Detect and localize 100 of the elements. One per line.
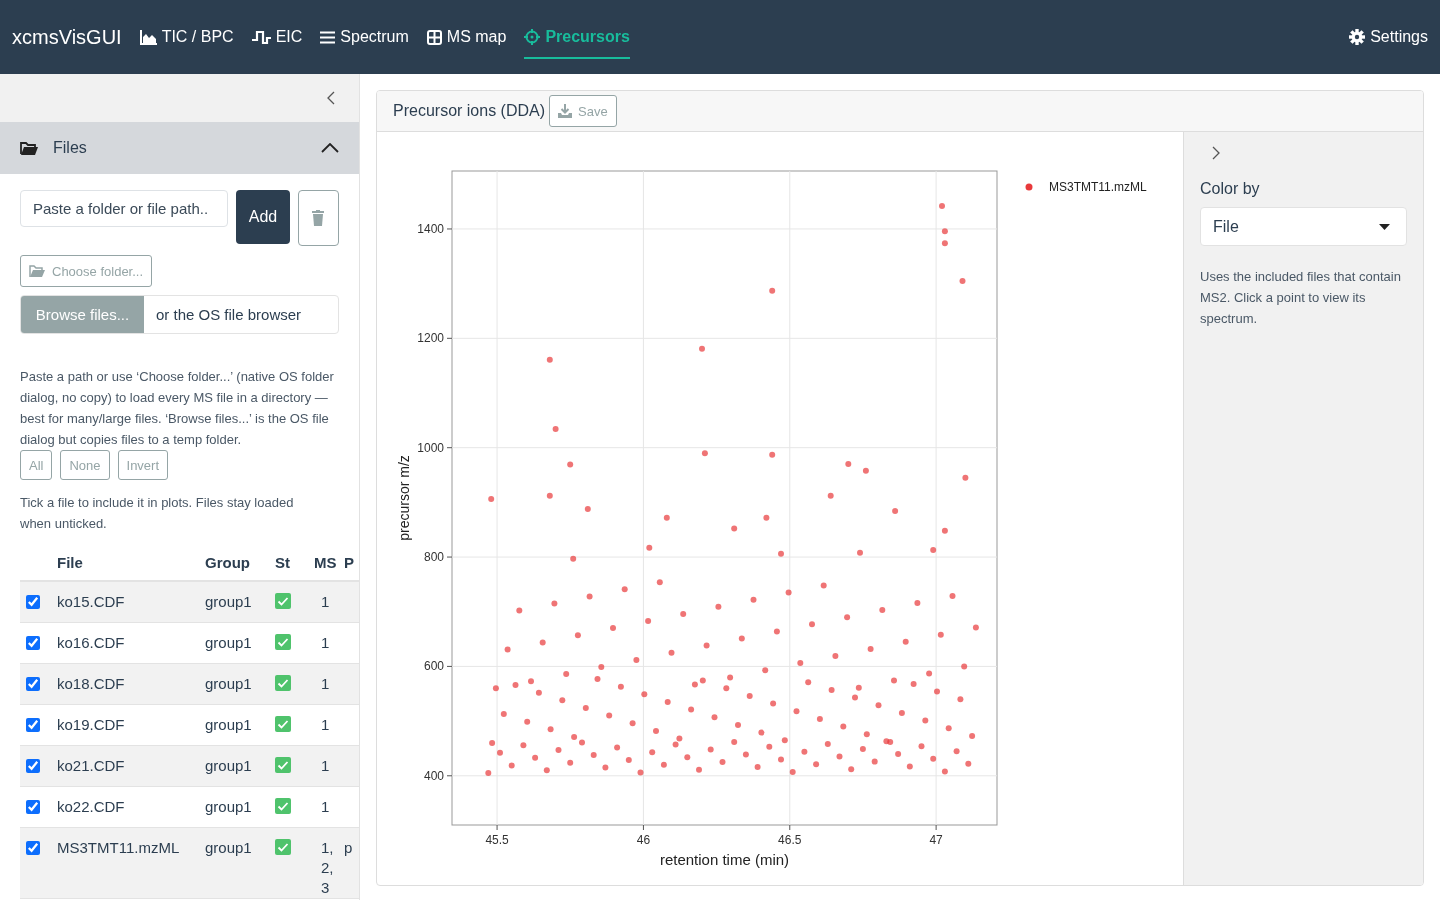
data-point[interactable]: [598, 664, 605, 670]
data-point[interactable]: [645, 618, 652, 624]
data-point[interactable]: [664, 699, 671, 705]
data-point[interactable]: [959, 277, 966, 284]
data-point[interactable]: [859, 746, 866, 752]
data-point[interactable]: [857, 549, 863, 556]
data-point[interactable]: [579, 739, 585, 746]
data-point[interactable]: [828, 686, 835, 693]
nav-tab[interactable]: EIC: [251, 15, 303, 59]
data-point[interactable]: [769, 287, 776, 294]
data-point[interactable]: [809, 621, 815, 628]
data-point[interactable]: [778, 550, 784, 557]
data-point[interactable]: [918, 743, 925, 750]
data-point[interactable]: [941, 527, 948, 534]
data-point[interactable]: [582, 705, 589, 711]
data-point[interactable]: [763, 514, 770, 521]
data-point[interactable]: [546, 492, 553, 499]
data-point[interactable]: [543, 767, 550, 774]
data-point[interactable]: [871, 758, 878, 765]
data-point[interactable]: [742, 751, 749, 758]
data-point[interactable]: [891, 677, 897, 684]
data-point[interactable]: [824, 741, 831, 748]
data-point[interactable]: [701, 450, 708, 457]
data-point[interactable]: [485, 770, 492, 777]
files-panel-header[interactable]: Files: [0, 122, 359, 174]
row-checkbox[interactable]: [26, 677, 40, 691]
data-point[interactable]: [875, 702, 882, 709]
data-point[interactable]: [570, 555, 577, 562]
legend-label[interactable]: MS3TMT11.mzML: [1049, 180, 1147, 194]
data-point[interactable]: [602, 764, 609, 771]
data-point[interactable]: [668, 649, 675, 656]
data-point[interactable]: [758, 729, 765, 736]
data-point[interactable]: [867, 645, 874, 652]
data-point[interactable]: [614, 744, 621, 751]
data-point[interactable]: [500, 711, 507, 717]
row-checkbox[interactable]: [26, 759, 40, 773]
data-point[interactable]: [680, 610, 687, 617]
data-point[interactable]: [699, 345, 705, 352]
data-point[interactable]: [862, 467, 869, 474]
data-point[interactable]: [691, 681, 698, 688]
data-point[interactable]: [672, 741, 679, 748]
data-point[interactable]: [497, 749, 503, 756]
data-point[interactable]: [845, 461, 852, 468]
data-point[interactable]: [816, 715, 823, 722]
nav-tab[interactable]: Precursors: [524, 15, 630, 59]
data-point[interactable]: [555, 747, 562, 754]
data-point[interactable]: [663, 514, 670, 521]
data-point[interactable]: [512, 682, 519, 688]
data-point[interactable]: [546, 356, 553, 363]
data-point[interactable]: [778, 756, 784, 763]
data-point[interactable]: [941, 240, 948, 247]
data-point[interactable]: [770, 700, 777, 707]
data-point[interactable]: [567, 461, 574, 468]
data-point[interactable]: [827, 492, 834, 499]
data-point[interactable]: [656, 579, 663, 586]
data-point[interactable]: [524, 718, 531, 725]
data-point[interactable]: [539, 639, 546, 646]
row-checkbox[interactable]: [26, 841, 40, 855]
data-point[interactable]: [547, 726, 554, 733]
data-point[interactable]: [941, 768, 948, 775]
data-point[interactable]: [863, 731, 870, 738]
data-point[interactable]: [965, 760, 972, 767]
data-point[interactable]: [731, 525, 738, 532]
data-point[interactable]: [805, 679, 812, 686]
data-point[interactable]: [552, 426, 559, 433]
data-point[interactable]: [953, 748, 960, 755]
data-point[interactable]: [738, 635, 745, 642]
data-point[interactable]: [945, 725, 952, 732]
data-point[interactable]: [769, 451, 776, 458]
data-point[interactable]: [926, 670, 933, 677]
data-point[interactable]: [930, 546, 937, 553]
data-point[interactable]: [797, 660, 804, 667]
row-checkbox[interactable]: [26, 800, 40, 814]
data-point[interactable]: [969, 732, 976, 739]
data-point[interactable]: [962, 474, 969, 481]
data-point[interactable]: [571, 734, 578, 740]
data-point[interactable]: [629, 720, 636, 727]
data-point[interactable]: [567, 759, 574, 766]
data-point[interactable]: [789, 769, 796, 775]
data-point[interactable]: [649, 749, 656, 756]
chevron-left-icon[interactable]: [327, 91, 335, 105]
data-point[interactable]: [840, 723, 847, 730]
data-point[interactable]: [574, 632, 581, 639]
data-point[interactable]: [653, 727, 659, 734]
nav-tab[interactable]: MS map: [426, 15, 507, 59]
data-point[interactable]: [535, 689, 542, 696]
data-point[interactable]: [785, 589, 792, 596]
data-point[interactable]: [820, 582, 827, 589]
settings-link[interactable]: Settings: [1349, 28, 1428, 46]
data-point[interactable]: [848, 766, 855, 773]
chevron-right-icon[interactable]: [1212, 146, 1220, 160]
data-point[interactable]: [590, 752, 597, 758]
data-point[interactable]: [676, 735, 683, 742]
row-checkbox[interactable]: [26, 718, 40, 732]
data-point[interactable]: [625, 756, 632, 763]
data-point[interactable]: [703, 642, 710, 649]
file-field[interactable]: Browse files... or the OS file browser: [20, 295, 339, 334]
data-point[interactable]: [898, 709, 905, 716]
data-point[interactable]: [773, 628, 780, 635]
data-point[interactable]: [711, 714, 718, 721]
